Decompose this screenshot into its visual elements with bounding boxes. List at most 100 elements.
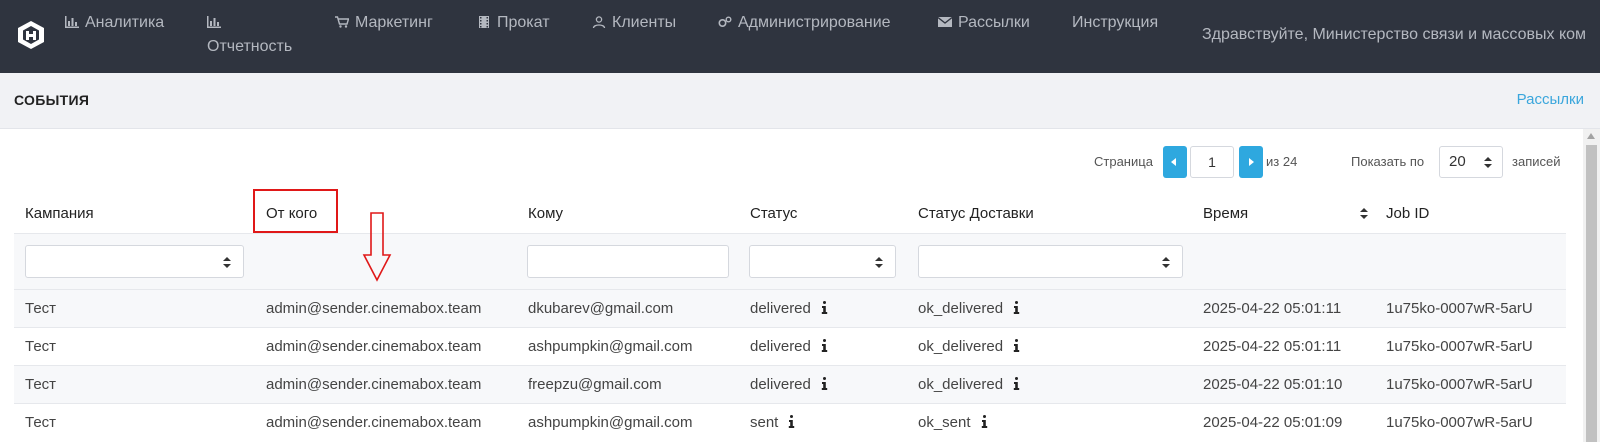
info-icon[interactable] — [1013, 339, 1020, 352]
column-header-to[interactable]: Кому — [528, 205, 563, 222]
info-icon[interactable] — [821, 301, 828, 314]
nav-item-administration[interactable]: Администрирование — [718, 14, 891, 32]
page-title: СОБЫТИЯ — [14, 92, 90, 108]
nav-label: Прокат — [497, 14, 550, 31]
delivery-status-text: ok_delivered — [918, 338, 1004, 355]
column-header-time[interactable]: Время — [1203, 205, 1248, 222]
cell-status: delivered — [750, 300, 828, 317]
nav-item-instructions[interactable]: Инструкция — [1072, 14, 1158, 32]
column-header-delivery-status[interactable]: Статус Доставки — [918, 205, 1034, 222]
cell-to: freepzu@gmail.com — [528, 376, 662, 393]
to-filter-input[interactable] — [527, 245, 729, 278]
cell-time: 2025-04-22 05:01:09 — [1203, 414, 1343, 431]
select-arrows-icon — [1162, 257, 1170, 268]
page-size-label: Показать по — [1351, 154, 1425, 169]
delivery-status-text: ok_delivered — [918, 300, 1004, 317]
cell-campaign: Тест — [25, 300, 57, 317]
cell-time: 2025-04-22 05:01:10 — [1203, 376, 1343, 393]
delivery-status-text: ok_sent — [918, 414, 971, 431]
table-row[interactable]: Тест admin@sender.cinemabox.team ashpump… — [14, 327, 1566, 365]
nav-label: Клиенты — [612, 14, 677, 31]
delivery-status-filter-select[interactable] — [918, 245, 1183, 278]
scrollbar-thumb[interactable] — [1586, 145, 1597, 442]
status-text: sent — [750, 414, 779, 431]
cell-time: 2025-04-22 05:01:11 — [1203, 338, 1342, 355]
nav-item-marketing[interactable]: Маркетинг — [335, 14, 433, 32]
column-header-job-id[interactable]: Job ID — [1386, 205, 1429, 222]
nav-label: Инструкция — [1072, 14, 1159, 31]
user-greeting[interactable]: Здравствуйте, Министерство связи и массо… — [1202, 26, 1586, 44]
logo-icon[interactable] — [17, 20, 45, 50]
select-arrows-icon — [223, 257, 231, 268]
prev-page-button[interactable] — [1163, 146, 1187, 178]
nav-item-rental[interactable]: Прокат — [477, 14, 550, 32]
cell-status: sent — [750, 414, 795, 431]
cell-job-id: 1u75ko-0007wR-5arU — [1386, 376, 1533, 393]
top-navbar: Аналитика Отчетность Маркетинг Прокат Кл… — [0, 0, 1600, 73]
cell-campaign: Тест — [25, 414, 57, 431]
cell-job-id: 1u75ko-0007wR-5arU — [1386, 300, 1533, 317]
pagination-total-label: из 24 — [1266, 154, 1298, 169]
gears-icon — [718, 16, 732, 28]
column-header-status[interactable]: Статус — [750, 205, 797, 222]
page-size-select[interactable]: 20 — [1439, 146, 1503, 178]
nav-label: Отчетность — [207, 38, 293, 55]
status-text: delivered — [750, 300, 811, 317]
cell-job-id: 1u75ko-0007wR-5arU — [1386, 414, 1533, 431]
bar-chart-icon — [207, 16, 221, 28]
table-row[interactable]: Тест admin@sender.cinemabox.team dkubare… — [14, 289, 1566, 327]
info-icon[interactable] — [981, 415, 988, 428]
envelope-icon — [938, 16, 952, 28]
delivery-status-text: ok_delivered — [918, 376, 1004, 393]
nav-label: Аналитика — [85, 14, 165, 31]
chevron-right-icon — [1249, 158, 1254, 166]
cell-from: admin@sender.cinemabox.team — [266, 300, 482, 317]
cell-status: delivered — [750, 338, 828, 355]
records-label: записей — [1512, 154, 1561, 169]
cell-delivery-status: ok_sent — [918, 414, 988, 431]
info-icon[interactable] — [1013, 377, 1020, 390]
annotation-down-arrow-icon — [362, 212, 392, 282]
cell-from: admin@sender.cinemabox.team — [266, 414, 482, 431]
cell-delivery-status: ok_delivered — [918, 300, 1020, 317]
cell-to: ashpumpkin@gmail.com — [528, 414, 693, 431]
page-header: СОБЫТИЯ Рассылки — [0, 73, 1600, 129]
vertical-scrollbar[interactable] — [1583, 129, 1600, 442]
info-icon[interactable] — [821, 377, 828, 390]
info-icon[interactable] — [788, 415, 795, 428]
table-row[interactable]: Тест admin@sender.cinemabox.team freepzu… — [14, 365, 1566, 403]
select-arrows-icon — [1484, 157, 1492, 168]
cell-campaign: Тест — [25, 338, 57, 355]
column-header-campaign[interactable]: Кампания — [25, 205, 94, 222]
nav-item-mailings[interactable]: Рассылки — [938, 14, 1030, 32]
cell-job-id: 1u75ko-0007wR-5arU — [1386, 338, 1533, 355]
user-icon — [592, 16, 606, 28]
status-text: delivered — [750, 376, 811, 393]
nav-item-analytics[interactable]: Аналитика — [65, 14, 164, 32]
cart-icon — [335, 16, 349, 28]
status-filter-select[interactable] — [749, 245, 896, 278]
page-size-value: 20 — [1449, 153, 1466, 170]
table-row[interactable]: Тест admin@sender.cinemabox.team ashpump… — [14, 403, 1566, 441]
nav-label: Маркетинг — [355, 14, 433, 31]
chevron-left-icon — [1171, 158, 1176, 166]
cell-to: dkubarev@gmail.com — [528, 300, 674, 317]
cell-from: admin@sender.cinemabox.team — [266, 338, 482, 355]
next-page-button[interactable] — [1239, 146, 1263, 178]
info-icon[interactable] — [821, 339, 828, 352]
cell-delivery-status: ok_delivered — [918, 376, 1020, 393]
campaign-filter-select[interactable] — [25, 245, 244, 278]
breadcrumb-mailings-link[interactable]: Рассылки — [1517, 91, 1584, 108]
nav-label: Рассылки — [958, 14, 1030, 31]
nav-item-reports[interactable]: Отчетность — [207, 14, 292, 56]
nav-item-clients[interactable]: Клиенты — [592, 14, 676, 32]
page-number-input[interactable] — [1190, 146, 1234, 178]
cell-to: ashpumpkin@gmail.com — [528, 338, 693, 355]
nav-label: Администрирование — [738, 14, 891, 31]
cell-time: 2025-04-22 05:01:11 — [1203, 300, 1342, 317]
cell-status: delivered — [750, 376, 828, 393]
scroll-up-arrow-icon[interactable] — [1587, 133, 1595, 139]
sort-icon[interactable] — [1360, 208, 1368, 219]
info-icon[interactable] — [1013, 301, 1020, 314]
film-icon — [477, 16, 491, 28]
